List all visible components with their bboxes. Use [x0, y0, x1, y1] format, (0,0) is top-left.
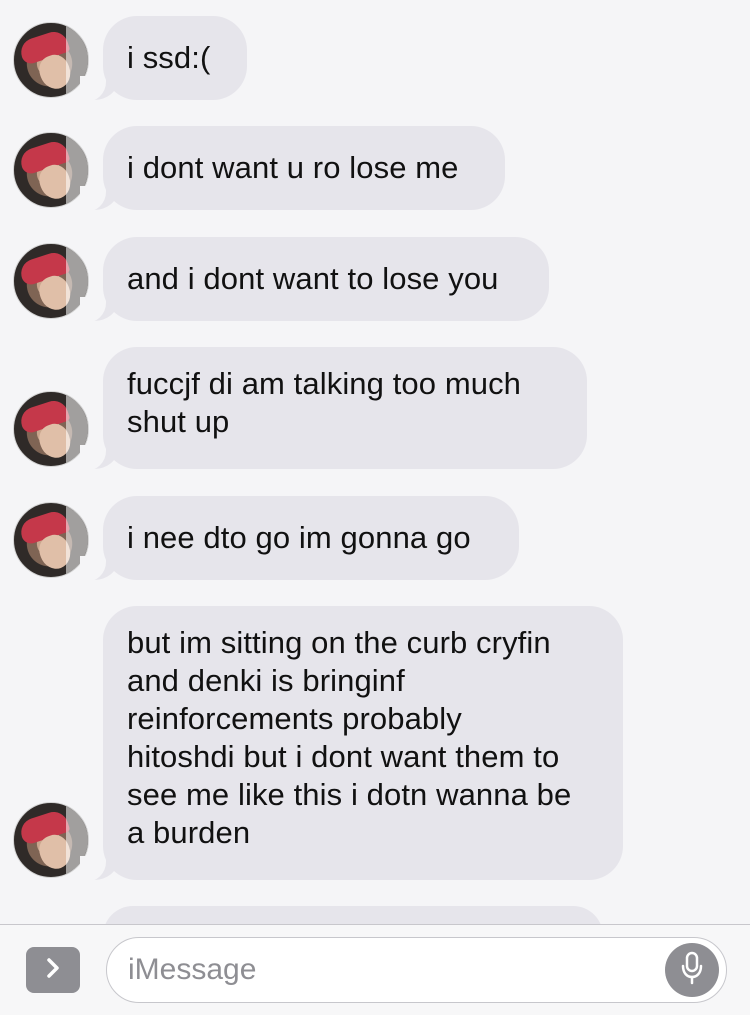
microphone-icon — [680, 951, 704, 990]
message-row: i nee dto go im gonna go — [0, 496, 750, 582]
message-bubble[interactable]: and i dont want to lose you — [103, 237, 549, 321]
message-row: i dont want u ro lose me — [0, 126, 750, 212]
message-bubble[interactable]: i ssd:( — [103, 16, 247, 100]
message-bubble[interactable]: i nee dto go im gonna go — [103, 496, 519, 580]
contact-avatar[interactable] — [13, 22, 89, 98]
contact-avatar[interactable] — [13, 502, 89, 578]
imessage-input[interactable]: iMessage — [106, 937, 727, 1003]
contact-avatar[interactable] — [13, 132, 89, 208]
message-row: fuccjf di am talking too much shut up — [0, 347, 750, 471]
message-bubble[interactable]: i dont want u ro lose me — [103, 126, 505, 210]
compose-bar: iMessage — [0, 924, 750, 1015]
message-line: and denki is bringinf — [127, 663, 405, 698]
contact-avatar[interactable] — [13, 391, 89, 467]
expand-apps-button[interactable] — [26, 947, 80, 993]
message-row: i ssd:( — [0, 16, 750, 102]
message-row: and i dont want to lose you — [0, 237, 750, 323]
message-text: i dont want u ro lose me — [127, 150, 459, 185]
input-placeholder: iMessage — [128, 953, 257, 986]
message-line: but im sitting on the curb cryfin — [127, 625, 551, 660]
message-line: reinforcements probably — [127, 701, 462, 736]
message-text: and i dont want to lose you — [127, 261, 499, 296]
message-line: a burden — [127, 815, 251, 850]
microphone-button[interactable] — [665, 943, 719, 997]
contact-avatar[interactable] — [13, 243, 89, 319]
message-bubble[interactable]: but im sitting on the curb cryfin and de… — [103, 606, 623, 880]
chevron-right-icon — [43, 956, 63, 985]
message-text: i ssd:( — [127, 40, 211, 75]
message-thread[interactable]: i ssd:( i dont want u ro lose me and i d… — [0, 0, 750, 924]
contact-avatar[interactable] — [13, 802, 89, 878]
message-line: fuccjf di am talking too much — [127, 366, 522, 401]
message-row-partial — [0, 906, 750, 924]
message-row: but im sitting on the curb cryfin and de… — [0, 606, 750, 882]
message-text: i nee dto go im gonna go — [127, 520, 471, 555]
message-bubble[interactable] — [103, 906, 603, 924]
message-line: hitoshdi but i dont want them to — [127, 739, 560, 774]
message-line: shut up — [127, 404, 230, 439]
message-line: see me like this i dotn wanna be — [127, 777, 572, 812]
message-bubble[interactable]: fuccjf di am talking too much shut up — [103, 347, 587, 469]
